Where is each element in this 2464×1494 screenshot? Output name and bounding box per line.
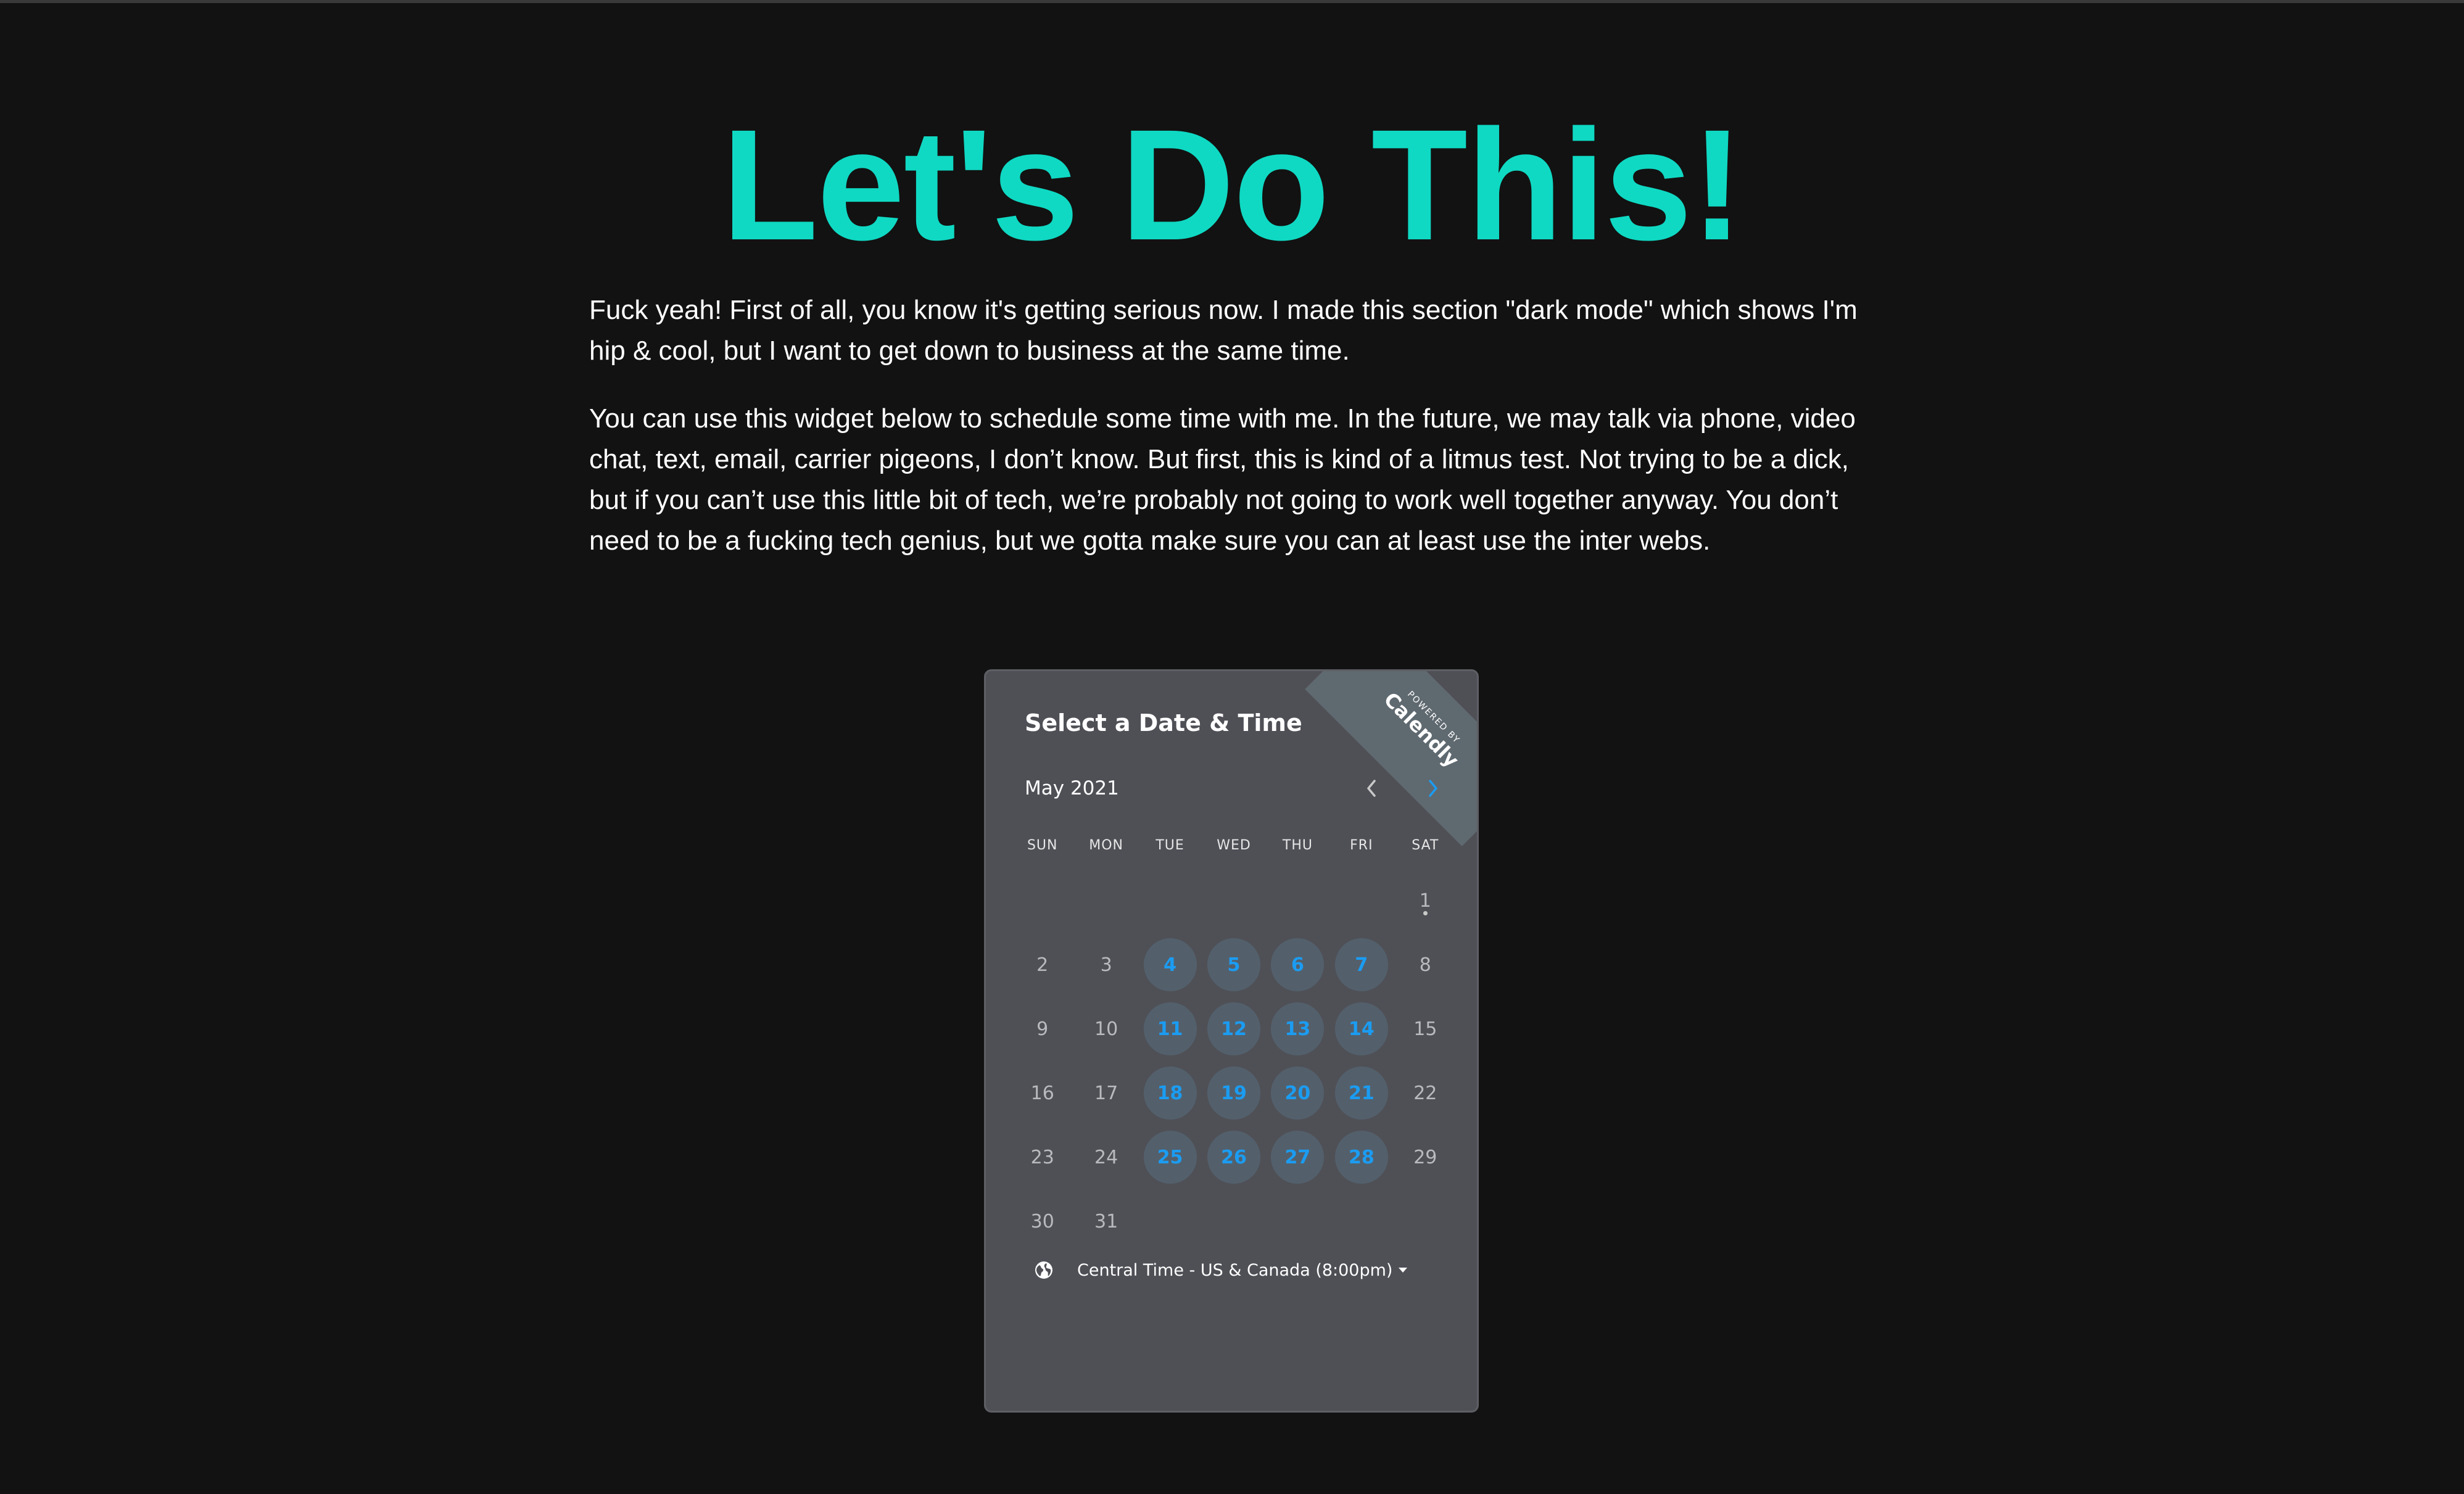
timezone-label: Central Time - US & Canada (8:00pm)	[1077, 1260, 1393, 1280]
calendar-day-number[interactable]: 7	[1334, 938, 1388, 991]
previous-month-button[interactable]	[1353, 770, 1390, 807]
calendar-day-number: 15	[1413, 1018, 1437, 1040]
caret-down-icon	[1399, 1268, 1408, 1273]
calendar-day-number[interactable]: 18	[1143, 1067, 1197, 1120]
calendar-day-available[interactable]: 18	[1138, 1061, 1202, 1125]
weekday-label: MON	[1089, 838, 1124, 853]
weekday-label: THU	[1282, 838, 1313, 853]
calendar-day-number[interactable]: 12	[1207, 1002, 1260, 1055]
weekday-label: TUE	[1156, 838, 1184, 853]
calendar-day-available[interactable]: 11	[1138, 997, 1202, 1061]
calendar-day-available[interactable]: 28	[1329, 1125, 1393, 1189]
calendar-day-number[interactable]: 21	[1334, 1067, 1388, 1120]
chevron-left-icon	[1367, 780, 1376, 797]
intro-paragraph-2: You can use this widget below to schedul…	[589, 403, 1856, 556]
calendar-blank-cell	[1202, 869, 1265, 933]
calendar-day-available[interactable]: 6	[1266, 933, 1329, 997]
calendar-day-available[interactable]: 27	[1266, 1125, 1329, 1189]
calendar-day-number[interactable]: 4	[1143, 938, 1197, 991]
powered-by-calendly-badge[interactable]: POWERED BY Calendly	[1305, 671, 1477, 846]
calendar-day-number: 30	[1030, 1210, 1054, 1232]
calendar-day-number: 8	[1419, 954, 1431, 976]
intro-text: Fuck yeah! First of all, you know it's g…	[589, 290, 1879, 588]
calendar-day-number: 17	[1094, 1082, 1118, 1104]
calendar-day: 22	[1394, 1061, 1457, 1125]
weekday-label: WED	[1217, 838, 1251, 853]
timezone-selector[interactable]: Central Time - US & Canada (8:00pm)	[1034, 1260, 1408, 1280]
calendar-day-number[interactable]: 27	[1271, 1131, 1325, 1184]
next-month-button[interactable]	[1415, 770, 1452, 807]
calendar-blank-cell	[1011, 869, 1074, 933]
calendar-blank-cell	[1074, 869, 1138, 933]
calendar-day-number: 23	[1030, 1146, 1054, 1168]
calendar-day-available[interactable]: 14	[1329, 997, 1393, 1061]
calendar-day: 2	[1011, 933, 1074, 997]
calendar-day-number[interactable]: 5	[1207, 938, 1260, 991]
calendar-day-available[interactable]: 19	[1202, 1061, 1265, 1125]
calendar-day-number: 29	[1413, 1146, 1437, 1168]
calendar-day-available[interactable]: 4	[1138, 933, 1202, 997]
calendar-day-number[interactable]: 14	[1334, 1002, 1388, 1055]
calendar-day: 24	[1074, 1125, 1138, 1189]
calendar-day: 31	[1074, 1189, 1138, 1253]
weekday-label: SUN	[1027, 838, 1058, 853]
calendar-day: 17	[1074, 1061, 1138, 1125]
calendar-day-number[interactable]: 20	[1271, 1067, 1325, 1120]
calendar-blank-cell	[1329, 869, 1393, 933]
calendar-day-number[interactable]: 13	[1271, 1002, 1325, 1055]
calendar-day-number: 24	[1094, 1146, 1118, 1168]
calendar-day-available[interactable]: 13	[1266, 997, 1329, 1061]
calendar-day-number: 10	[1094, 1018, 1118, 1040]
calendar-day: 1	[1394, 869, 1457, 933]
top-divider	[0, 0, 2464, 3]
chevron-right-icon	[1429, 780, 1437, 797]
calendar-day-number: 22	[1413, 1082, 1437, 1104]
calendar-day-number[interactable]: 25	[1143, 1131, 1197, 1184]
calendar-day: 9	[1011, 997, 1074, 1061]
calendar-day-grid: 1 2 3 4 5 6 7 8 9 10 11 12 13 14 15 16 17 18 19 20 21 22 23 24 2…	[1011, 869, 1457, 1253]
calendar-day: 15	[1394, 997, 1457, 1061]
calendar-day-number: 9	[1036, 1018, 1049, 1040]
page-headline: Let's Do This!	[721, 96, 1743, 273]
calendar-day-available[interactable]: 12	[1202, 997, 1265, 1061]
weekday-label: FRI	[1350, 838, 1373, 853]
calendar-day: 16	[1011, 1061, 1074, 1125]
calendar-day-available[interactable]: 5	[1202, 933, 1265, 997]
calendar-day-number[interactable]: 28	[1334, 1131, 1388, 1184]
calendar-day-available[interactable]: 7	[1329, 933, 1393, 997]
calendar-day-number: 2	[1036, 954, 1049, 976]
calendar-day-available[interactable]: 25	[1138, 1125, 1202, 1189]
calendar-day-available[interactable]: 20	[1266, 1061, 1329, 1125]
calendar-day: 10	[1074, 997, 1138, 1061]
calendar-day-number: 31	[1094, 1210, 1118, 1232]
calendar-day-number: 16	[1030, 1082, 1054, 1104]
calendar-day-number[interactable]: 6	[1271, 938, 1325, 991]
calendar-day-number[interactable]: 19	[1207, 1067, 1260, 1120]
weekday-header: SUN MON TUE WED THU FRI SAT	[1011, 838, 1457, 853]
calendar-blank-cell	[1266, 869, 1329, 933]
weekday-label: SAT	[1412, 838, 1439, 853]
calendly-scheduling-widget: POWERED BY Calendly Select a Date & Time…	[984, 669, 1479, 1413]
calendar-day: 30	[1011, 1189, 1074, 1253]
calendar-day: 23	[1011, 1125, 1074, 1189]
intro-paragraph-1: Fuck yeah! First of all, you know it's g…	[589, 295, 1858, 366]
calendar-day-number[interactable]: 26	[1207, 1131, 1260, 1184]
calendar-day: 29	[1394, 1125, 1457, 1189]
calendar-day: 3	[1074, 933, 1138, 997]
calendar-blank-cell	[1138, 869, 1202, 933]
calendar-day-available[interactable]: 26	[1202, 1125, 1265, 1189]
globe-icon	[1035, 1261, 1052, 1279]
calendar-day-available[interactable]: 21	[1329, 1061, 1393, 1125]
calendar-day: 8	[1394, 933, 1457, 997]
widget-title: Select a Date & Time	[1025, 709, 1302, 737]
calendar-day-number: 3	[1100, 954, 1112, 976]
calendar-day-number[interactable]: 11	[1143, 1002, 1197, 1055]
calendar-day-number: 1	[1419, 889, 1431, 912]
today-indicator-dot	[1423, 911, 1428, 915]
month-label: May 2021	[1025, 777, 1119, 799]
